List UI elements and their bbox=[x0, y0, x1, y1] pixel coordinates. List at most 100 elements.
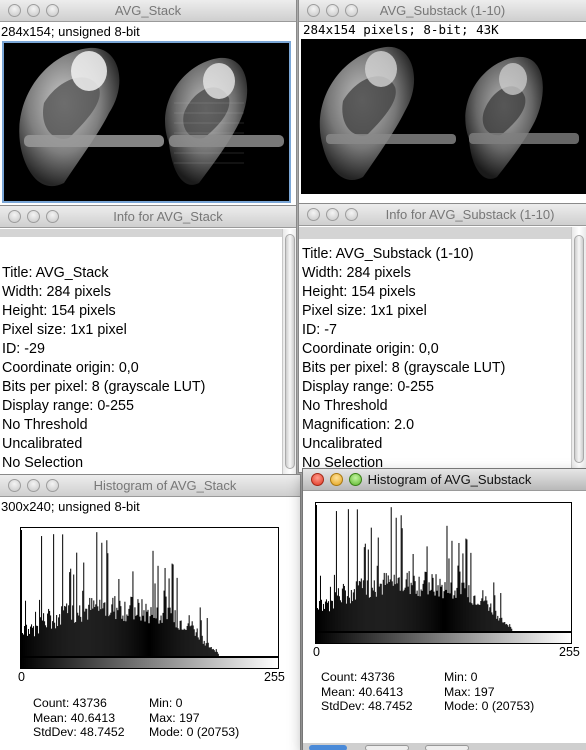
histogram-bar bbox=[435, 574, 437, 631]
info-line: Coordinate origin: 0,0 bbox=[2, 360, 139, 376]
minimize-button[interactable] bbox=[326, 4, 339, 17]
info-line: Height: 154 pixels bbox=[302, 284, 416, 300]
histogram-bar bbox=[139, 616, 141, 656]
window-controls bbox=[8, 4, 59, 17]
histogram-bar bbox=[380, 583, 382, 631]
histogram-bar bbox=[379, 583, 381, 631]
title-bar[interactable]: Info for AVG_Substack (1-10) bbox=[299, 204, 586, 226]
histogram-bar bbox=[120, 606, 122, 656]
window-title: AVG_Substack (1-10) bbox=[379, 3, 506, 18]
histogram-bar bbox=[207, 642, 209, 656]
zoom-button[interactable] bbox=[46, 4, 59, 17]
close-button[interactable] bbox=[307, 4, 320, 17]
histogram-bar bbox=[419, 596, 421, 631]
title-bar[interactable]: Histogram of AVG_Substack bbox=[303, 469, 586, 491]
histogram-bar bbox=[141, 599, 143, 656]
histogram-bar bbox=[494, 595, 496, 631]
title-bar[interactable]: AVG_Substack (1-10) bbox=[299, 0, 586, 22]
histogram-bar bbox=[147, 609, 149, 656]
histogram-bar bbox=[476, 604, 478, 631]
histogram-bar bbox=[65, 606, 67, 656]
histogram-bar bbox=[85, 608, 87, 656]
histogram-bar bbox=[60, 624, 62, 656]
histogram-bar bbox=[62, 534, 64, 656]
histogram-bar bbox=[433, 591, 435, 631]
vertical-scrollbar[interactable] bbox=[282, 229, 296, 476]
histogram-bar bbox=[456, 587, 458, 631]
minimize-button[interactable] bbox=[326, 208, 339, 221]
info-line: Bits per pixel: 8 (grayscale LUT) bbox=[2, 379, 206, 395]
button-edge[interactable] bbox=[309, 745, 347, 750]
image-canvas[interactable] bbox=[301, 39, 586, 194]
zoom-button[interactable] bbox=[345, 208, 358, 221]
histogram-bar bbox=[411, 585, 413, 631]
window-title: Info for AVG_Substack (1-10) bbox=[385, 207, 555, 222]
histogram-bar bbox=[405, 579, 407, 631]
histogram-bar bbox=[371, 587, 373, 631]
histogram-bar bbox=[123, 621, 125, 656]
histogram-bar bbox=[191, 621, 193, 656]
zoom-button[interactable] bbox=[46, 479, 59, 492]
stat-mode: Mode: 0 (20753) bbox=[149, 725, 240, 739]
histogram-bar bbox=[432, 577, 434, 631]
zoom-button[interactable] bbox=[349, 473, 362, 486]
histogram-bar bbox=[345, 603, 347, 631]
histogram-bar bbox=[76, 552, 78, 656]
scrollbar-thumb[interactable] bbox=[285, 234, 295, 469]
histogram-bar bbox=[209, 647, 211, 656]
histogram-bar bbox=[480, 601, 482, 631]
histogram-bar bbox=[153, 617, 155, 656]
histogram-bar bbox=[98, 610, 100, 656]
button-edge[interactable] bbox=[425, 745, 469, 750]
histogram-bar bbox=[132, 571, 134, 656]
histogram-bar bbox=[422, 583, 424, 631]
histogram-bar bbox=[354, 599, 356, 631]
histogram-bar bbox=[482, 590, 484, 631]
histogram-bar bbox=[355, 581, 357, 631]
histogram-bar bbox=[63, 610, 65, 656]
vertical-scrollbar[interactable] bbox=[571, 227, 586, 472]
close-button[interactable] bbox=[8, 210, 21, 223]
histogram-bar bbox=[35, 611, 37, 656]
histogram-bar bbox=[124, 601, 126, 656]
histogram-bar bbox=[478, 604, 480, 631]
histogram-bar bbox=[72, 605, 74, 656]
histogram-bar bbox=[402, 591, 404, 631]
close-button[interactable] bbox=[311, 473, 324, 486]
scrollbar-thumb[interactable] bbox=[574, 235, 584, 463]
minimize-button[interactable] bbox=[27, 479, 40, 492]
histogram-bar bbox=[400, 515, 402, 631]
button-edge[interactable] bbox=[365, 745, 409, 750]
histogram-bar bbox=[84, 611, 86, 656]
stat-mean: Mean: 40.6413 bbox=[321, 684, 404, 699]
histogram-bar bbox=[412, 553, 414, 631]
title-bar[interactable]: Histogram of AVG_Stack bbox=[0, 475, 300, 497]
histogram-bar bbox=[458, 542, 460, 631]
stat-max: Max: 197 bbox=[149, 710, 200, 725]
histogram-bar bbox=[49, 610, 51, 656]
histogram-bar bbox=[445, 589, 447, 631]
zoom-button[interactable] bbox=[345, 4, 358, 17]
minimize-button[interactable] bbox=[27, 4, 40, 17]
minimize-button[interactable] bbox=[27, 210, 40, 223]
close-button[interactable] bbox=[8, 479, 21, 492]
histogram-bar bbox=[329, 586, 331, 631]
image-canvas[interactable] bbox=[2, 41, 291, 203]
histogram-bar bbox=[507, 625, 509, 631]
histogram-bar bbox=[195, 632, 197, 656]
histogram-bar bbox=[490, 603, 492, 631]
histogram-bar bbox=[477, 603, 479, 631]
histogram-bar bbox=[401, 528, 403, 631]
histogram-bar bbox=[442, 598, 444, 631]
close-button[interactable] bbox=[307, 208, 320, 221]
histogram-bar bbox=[485, 596, 487, 631]
close-button[interactable] bbox=[8, 4, 21, 17]
minimize-button[interactable] bbox=[330, 473, 343, 486]
histogram-bar bbox=[188, 615, 190, 656]
histogram-bar bbox=[136, 614, 138, 656]
histogram-bar bbox=[377, 537, 379, 631]
zoom-button[interactable] bbox=[46, 210, 59, 223]
title-bar[interactable]: AVG_Stack bbox=[0, 0, 296, 22]
info-line: Coordinate origin: 0,0 bbox=[302, 341, 439, 357]
title-bar[interactable]: Info for AVG_Stack bbox=[0, 206, 296, 228]
